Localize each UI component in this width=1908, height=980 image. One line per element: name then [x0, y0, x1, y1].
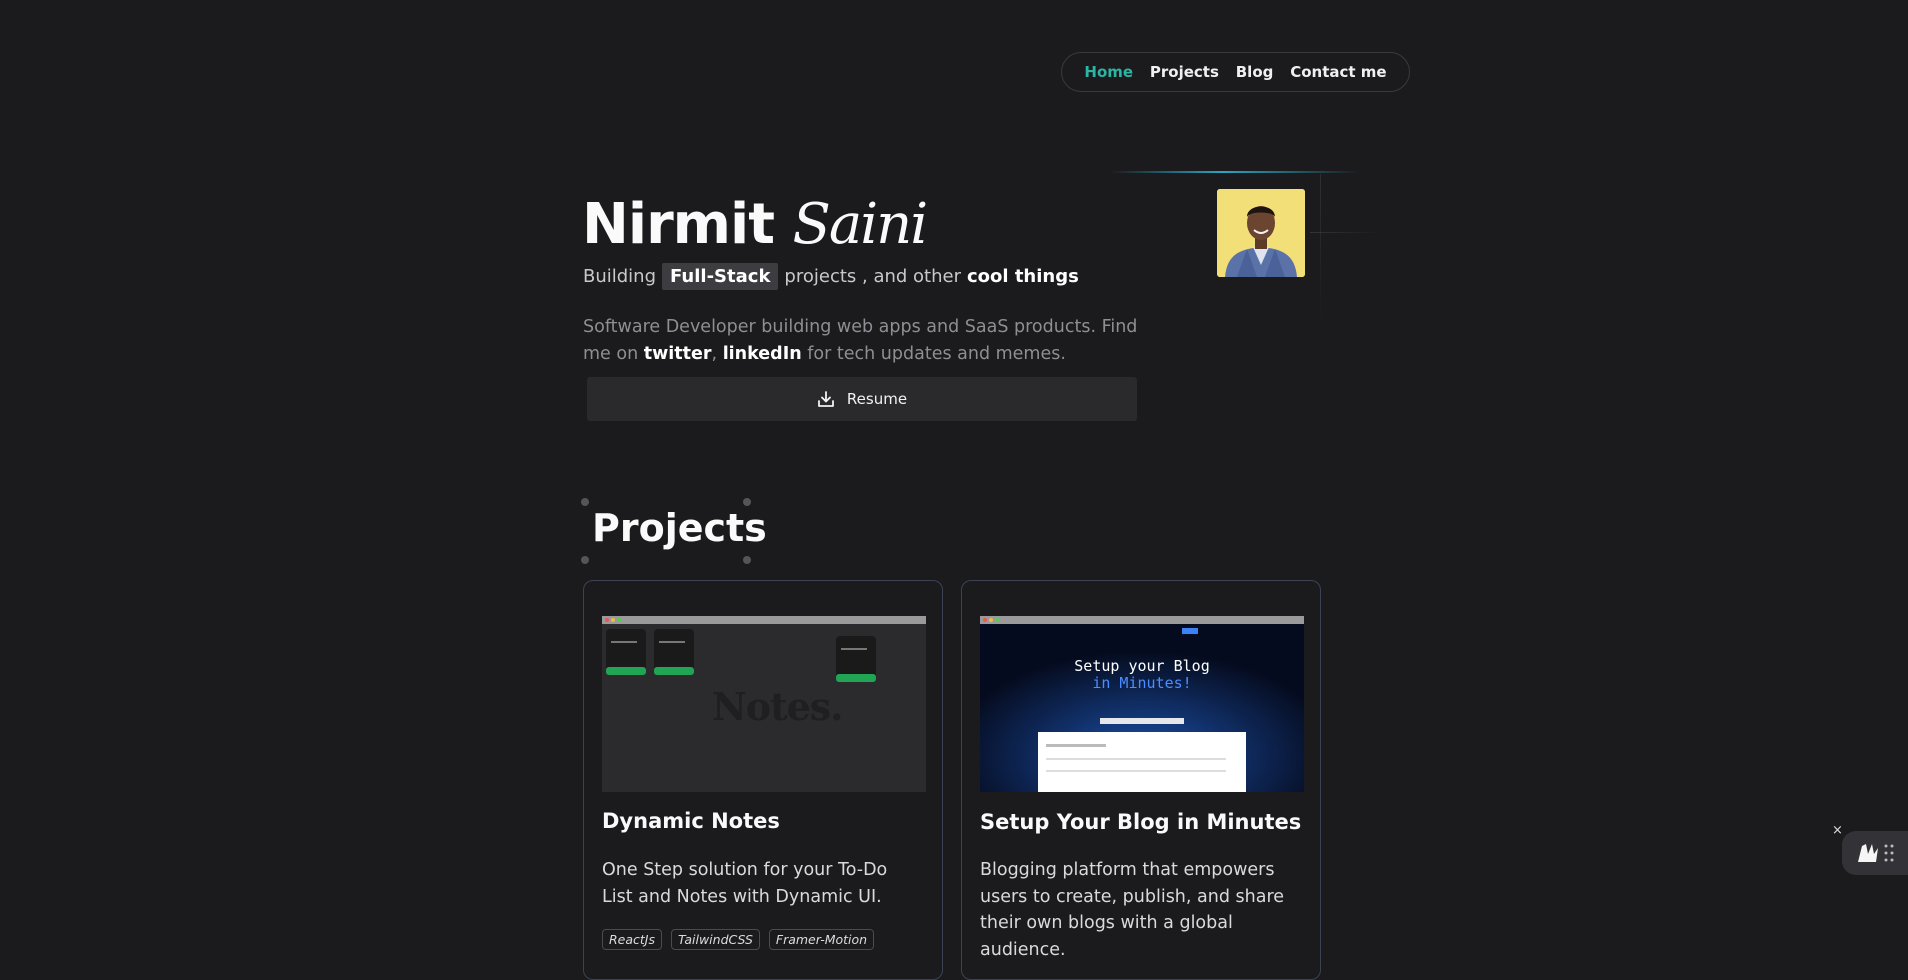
last-name: Saini [792, 192, 929, 257]
preview-headline-2: in Minutes! [1092, 674, 1192, 692]
decorative-vertical-line [1320, 174, 1321, 324]
preview-watermark: Notes. [712, 684, 843, 729]
tagline-chip: Full-Stack [662, 263, 779, 290]
project-preview-blog: Setup your Blog in Minutes! [980, 616, 1304, 792]
bio-sep: , [711, 344, 718, 364]
bio-suffix: for tech updates and memes. [807, 344, 1066, 364]
projects-heading: Projects [592, 506, 767, 550]
decorative-horizontal-line [1310, 232, 1380, 233]
tagline: Building Full-Stack projects , and other… [583, 263, 1079, 290]
bio: Software Developer building web apps and… [583, 314, 1143, 368]
selection-handle [581, 556, 589, 564]
tag: ReactJs [602, 929, 663, 950]
avatar [1217, 189, 1305, 277]
project-card-blog[interactable]: Setup your Blog in Minutes! Setup Your B… [961, 580, 1321, 980]
linkedin-link[interactable]: linkedIn [723, 344, 802, 364]
project-tags: ReactJs TailwindCSS Framer-Motion [602, 929, 875, 950]
tagline-bold: cool things [966, 266, 1079, 287]
top-nav: Home Projects Blog Contact me [1061, 52, 1410, 92]
twitter-link[interactable]: twitter [644, 344, 712, 364]
project-preview-notes: Notes. [602, 616, 926, 792]
project-title: Dynamic Notes [602, 809, 780, 833]
accessibility-widget-button[interactable] [1842, 831, 1908, 875]
project-description: One Step solution for your To-Do List an… [602, 860, 888, 907]
nav-home[interactable]: Home [1084, 63, 1133, 81]
selection-handle [743, 498, 751, 506]
download-icon [818, 391, 834, 407]
selection-handle [581, 498, 589, 506]
tag: Framer-Motion [768, 929, 875, 950]
project-card-dynamic-notes[interactable]: Notes. Dynamic Notes One Step solution f… [583, 580, 943, 980]
accessibility-widget-icon [1858, 844, 1894, 862]
nav-projects[interactable]: Projects [1150, 63, 1219, 81]
project-description: Blogging platform that empowers users to… [980, 860, 1285, 960]
resume-label: Resume [846, 390, 908, 408]
decorative-glow-line [1110, 171, 1360, 173]
profile-photo [1217, 189, 1305, 277]
preview-headline-1: Setup your Blog [1074, 657, 1210, 675]
tagline-middle: projects , and other [784, 266, 961, 287]
project-title: Setup Your Blog in Minutes [980, 810, 1302, 834]
page-title: Nirmit Saini [582, 192, 929, 258]
close-icon[interactable]: × [1832, 823, 1843, 838]
tag: TailwindCSS [671, 929, 760, 950]
tagline-prefix: Building [583, 266, 657, 287]
resume-button[interactable]: Resume [587, 377, 1137, 421]
nav-blog[interactable]: Blog [1236, 63, 1274, 81]
selection-handle [743, 556, 751, 564]
first-name: Nirmit [582, 192, 775, 257]
nav-contact[interactable]: Contact me [1290, 63, 1386, 81]
preview-headline: Setup your Blog in Minutes! [980, 658, 1304, 692]
